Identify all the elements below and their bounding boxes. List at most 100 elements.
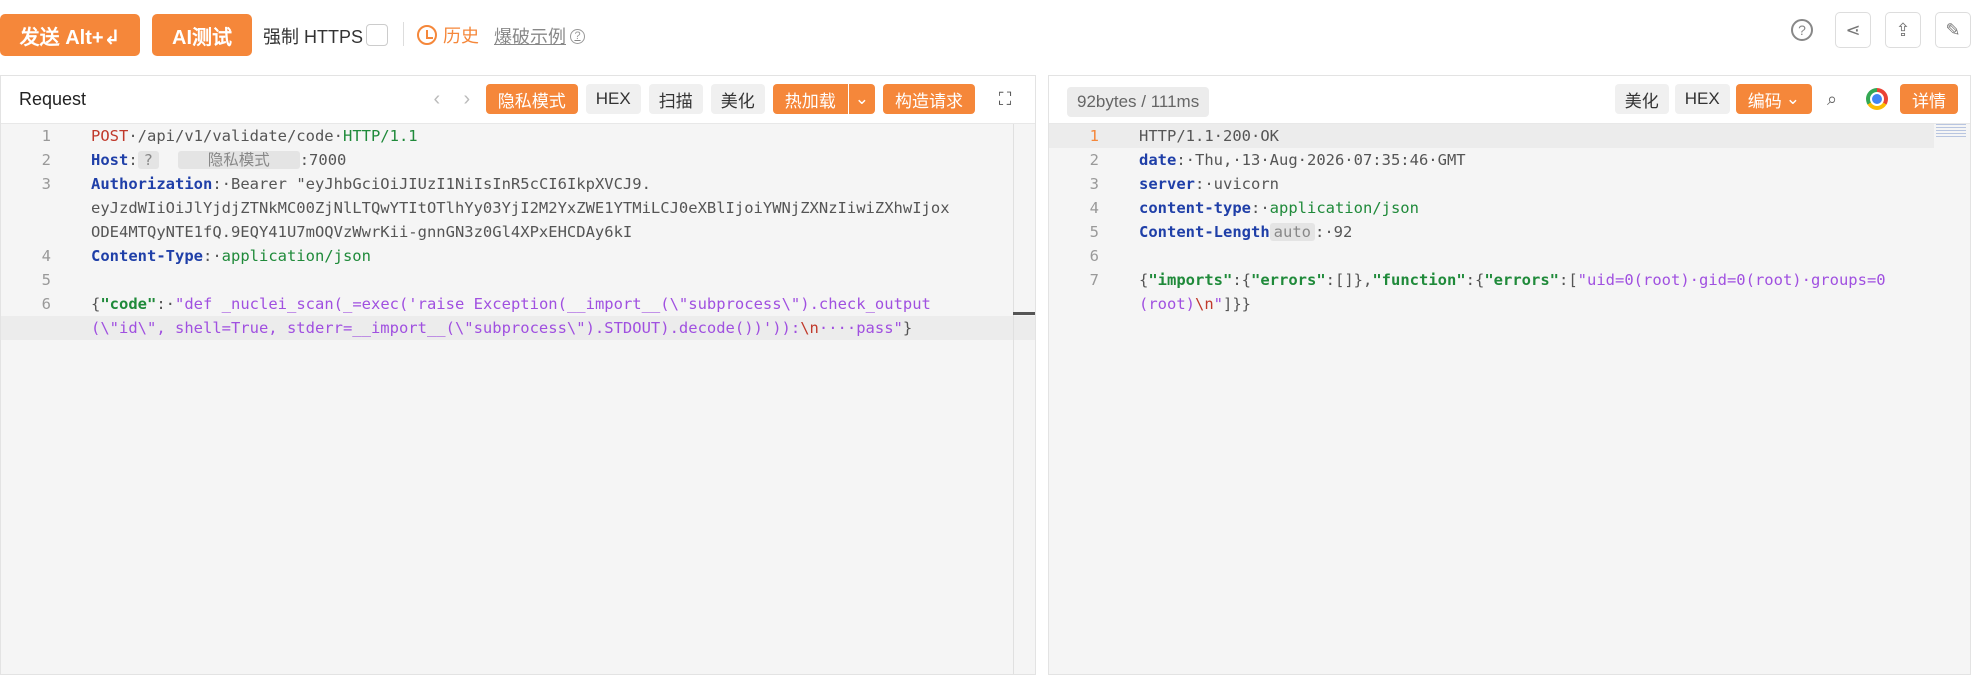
scrollbar-thumb[interactable] — [1013, 312, 1035, 315]
encode-label: 编码 — [1747, 91, 1782, 111]
encode-button[interactable]: 编码 ⌄ — [1735, 84, 1812, 114]
code-line: 5 — [1, 268, 1035, 292]
request-path: /api/v1/validate/code — [137, 127, 334, 145]
line-number: 5 — [1089, 223, 1099, 241]
json-value-2: (root) — [1139, 295, 1195, 313]
http-version: HTTP/1.1 — [342, 127, 418, 145]
line-text: Content-Type:·application/json — [91, 247, 371, 265]
code-line: 4 content-type:·application/json — [1049, 196, 1970, 220]
host-port: :7000 — [299, 151, 347, 169]
hex-button[interactable]: HEX — [1674, 84, 1730, 114]
line-text: POST·/api/v1/validate/code·HTTP/1.1 — [91, 127, 418, 145]
send-button[interactable]: 发送 Alt+↲ — [0, 14, 140, 56]
question-icon: ? — [570, 28, 585, 44]
auth-value-3: ODE4MTQyNTE1fQ.9EQY41U7mOQVzWwrKii-gnnGN… — [91, 223, 633, 241]
code-line: 1 POST·/api/v1/validate/code·HTTP/1.1 — [1, 124, 1035, 148]
chevron-right-icon[interactable]: › — [456, 88, 478, 111]
line-number: 4 — [1089, 199, 1099, 217]
force-https-checkbox[interactable] — [366, 24, 388, 46]
line-number: 6 — [41, 295, 51, 313]
line-number: 1 — [41, 127, 51, 145]
code-line: 6 {"code":·"def _nuclei_scan(_=exec('rai… — [1, 292, 1035, 316]
detail-button[interactable]: 详情 — [1900, 84, 1958, 114]
json-key: "function" — [1372, 271, 1466, 289]
escape-seq: \n — [1195, 295, 1214, 313]
export-icon[interactable]: ⇪ — [1885, 12, 1921, 48]
history-button[interactable]: 历史 — [417, 22, 479, 48]
edit-icon[interactable]: ✎ — [1935, 12, 1971, 48]
line-number: 2 — [41, 151, 51, 169]
hotload-button[interactable]: 热加载 — [772, 84, 848, 114]
response-panel: 92bytes / 111ms 美化 HEX 编码 ⌄ ⌕ 详情 1 HTTP/1… — [1048, 75, 1971, 675]
hex-button[interactable]: HEX — [585, 84, 641, 114]
status-line: HTTP/1.1·200·OK — [1139, 127, 1279, 145]
code-line: ODE4MTQyNTE1fQ.9EQY41U7mOQVzWwrKii-gnnGN… — [1, 220, 1035, 244]
chevron-left-icon[interactable]: ‹ — [426, 88, 448, 111]
search-icon[interactable]: ⌕ — [1818, 85, 1846, 113]
json-value-2: (\"id\", shell=True, stderr=__import__(\… — [91, 319, 801, 337]
response-header: 92bytes / 111ms 美化 HEX 编码 ⌄ ⌕ 详情 — [1049, 76, 1970, 124]
example-link[interactable]: 爆破示例 ? — [494, 23, 585, 49]
code-line: 3 server:·uvicorn — [1049, 172, 1970, 196]
auto-badge: auto — [1269, 223, 1315, 241]
code-line: 1 HTTP/1.1·200·OK — [1049, 124, 1934, 148]
line-number: 7 — [1089, 271, 1099, 289]
response-tools: 美化 HEX 编码 ⌄ ⌕ 详情 — [1614, 84, 1958, 114]
chrome-icon[interactable] — [1866, 88, 1888, 110]
line-text: server:·uvicorn — [1139, 175, 1279, 193]
header-value: uvicorn — [1213, 175, 1279, 193]
header-value: 92 — [1333, 223, 1353, 241]
header-value: application/json — [221, 247, 371, 265]
code-line: 5 Content-Length auto:·92 — [1049, 220, 1970, 244]
build-request-button[interactable]: 构造请求 — [883, 84, 975, 114]
code-line: 2 date:·Thu,·13·Aug·2026·07:35:46·GMT — [1049, 148, 1970, 172]
help-icon[interactable]: ? — [1791, 19, 1813, 41]
line-text: Authorization:·Bearer "eyJhbGciOiJIUzI1N… — [91, 175, 651, 193]
beautify-button[interactable]: 美化 — [710, 84, 765, 114]
line-text: Content-Length auto:·92 — [1139, 223, 1353, 241]
header-key: Authorization — [91, 175, 213, 193]
top-toolbar: 发送 Alt+↲ AI测试 强制 HTTPS 历史 爆破示例 ? ? ⋖ ⇪ ✎ — [0, 0, 1971, 58]
share-icon[interactable]: ⋖ — [1835, 12, 1871, 48]
hotload-split-button: 热加载 ⌄ — [772, 84, 875, 114]
line-number: 5 — [41, 271, 51, 289]
json-key: "code" — [100, 295, 157, 313]
header-key: Content-Length — [1139, 223, 1270, 241]
response-editor[interactable]: 1 HTTP/1.1·200·OK 2 date:·Thu,·13·Aug·20… — [1049, 124, 1970, 316]
line-number: 3 — [41, 175, 51, 193]
json-value-end: " — [1213, 295, 1224, 313]
line-number: 6 — [1089, 247, 1099, 265]
ai-test-button[interactable]: AI测试 — [152, 14, 252, 56]
line-text: date:·Thu,·13·Aug·2026·07:35:46·GMT — [1139, 151, 1466, 169]
top-right-icons: ? ⋖ ⇪ ✎ — [1791, 12, 1971, 48]
chevron-down-icon[interactable]: ⌄ — [847, 84, 875, 114]
scan-button[interactable]: 扫描 — [648, 84, 703, 114]
code-line: (root)\n"]}} — [1049, 292, 1970, 316]
line-text: Host:? 隐私模式:7000 — [91, 151, 347, 169]
request-panel: Request ‹ › 隐私模式 HEX 扫描 美化 热加载 ⌄ 构造请求 ⛶ … — [0, 75, 1036, 675]
request-tools: ‹ › 隐私模式 HEX 扫描 美化 热加载 ⌄ 构造请求 ⛶ — [426, 84, 1017, 114]
code-line: 2 Host:? 隐私模式:7000 — [1, 148, 1035, 172]
code-line: 7 {"imports":{"errors":[]},"function":{"… — [1049, 268, 1970, 292]
line-number: 2 — [1089, 151, 1099, 169]
response-stats: 92bytes / 111ms — [1067, 87, 1210, 117]
line-text: content-type:·application/json — [1139, 199, 1419, 217]
header-key: server — [1139, 175, 1195, 193]
request-editor[interactable]: 1 POST·/api/v1/validate/code·HTTP/1.1 2 … — [1, 124, 1035, 340]
host-mask-marker: ? — [137, 151, 160, 169]
fullscreen-icon[interactable]: ⛶ — [993, 87, 1017, 111]
minimap[interactable] — [1936, 124, 1966, 138]
code-line: eyJzdWIiOiJlYjdjZTNkMC00ZjNlLTQwYTItOTlh… — [1, 196, 1035, 220]
line-text: (\"id\", shell=True, stderr=__import__(\… — [91, 319, 913, 337]
line-text: (root)\n"]}} — [1139, 295, 1252, 313]
line-text: {"imports":{"errors":[]},"function":{"er… — [1139, 271, 1886, 289]
privacy-mode-button[interactable]: 隐私模式 — [485, 84, 578, 114]
example-label: 爆破示例 — [494, 27, 566, 47]
beautify-button[interactable]: 美化 — [1614, 84, 1669, 114]
toolbar-divider — [403, 22, 404, 46]
json-key: "errors" — [1484, 271, 1559, 289]
line-number: 4 — [41, 247, 51, 265]
editor-scroll-track — [1013, 124, 1014, 674]
code-line: 6 — [1049, 244, 1970, 268]
header-key: Content-Type — [91, 247, 203, 265]
